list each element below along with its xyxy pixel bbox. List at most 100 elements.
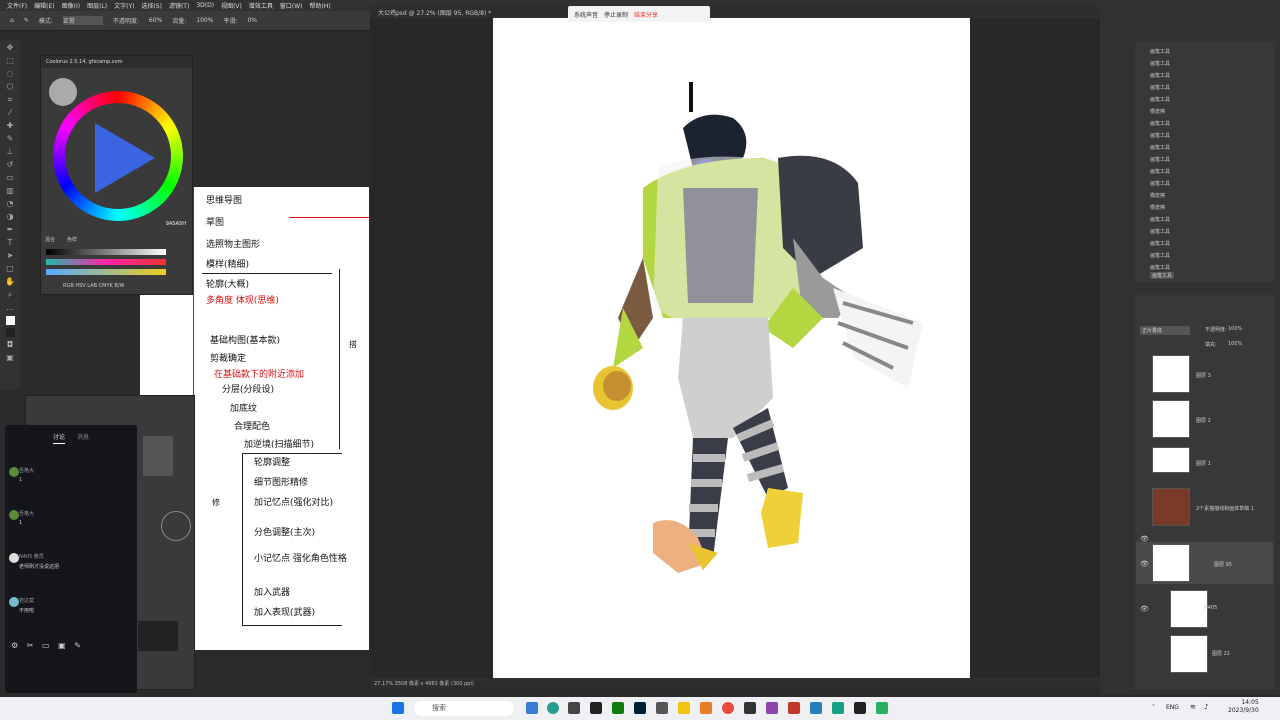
volume-icon[interactable]: ♪ <box>1204 703 1208 711</box>
select-tool-icon[interactable]: ⬡ <box>5 82 15 92</box>
app-icon[interactable] <box>656 702 668 714</box>
layer-thumbnail[interactable] <box>1170 635 1208 673</box>
hand-tool-icon[interactable]: ✋ <box>5 277 15 287</box>
path-select-icon[interactable]: ➤ <box>5 251 15 261</box>
history-item[interactable]: 橡皮擦 <box>1150 192 1165 199</box>
layer-thumbnail[interactable] <box>1170 590 1208 628</box>
green-slider[interactable] <box>46 269 166 275</box>
menu-plugins[interactable]: 增效工具 <box>249 1 273 10</box>
crop-tool-icon[interactable]: ⌗ <box>5 95 15 105</box>
app-icon[interactable] <box>766 702 778 714</box>
color-mode-tabs[interactable]: RGB HSV LAB CMYK B/W <box>63 283 124 289</box>
foreground-color-swatch[interactable] <box>5 316 15 325</box>
layer-name[interactable]: 图层 21 <box>1212 650 1230 657</box>
history-item-current[interactable]: 画笔工具 <box>1150 272 1175 279</box>
shape-tool-icon[interactable]: ▢ <box>5 264 15 274</box>
zoom-tool-icon[interactable]: ⌕ <box>5 290 15 300</box>
visibility-eye-icon[interactable]: 👁 <box>1140 535 1149 543</box>
heal-tool-icon[interactable]: ✚ <box>5 121 15 131</box>
tab-swatches[interactable]: 色样 <box>67 236 77 243</box>
lasso-tool-icon[interactable]: ◌ <box>5 69 15 79</box>
brush-tool-icon[interactable]: ✎ <box>24 17 29 24</box>
history-item[interactable]: 橡皮擦 <box>1150 204 1165 211</box>
opacity-value[interactable]: 60% <box>149 17 162 24</box>
document-tab[interactable]: 大公鸡psd @ 27.2% (图层 95, RGB/8) * <box>370 5 1100 18</box>
screen-icon[interactable]: ▭ <box>42 641 50 650</box>
tab-mixer[interactable]: 混合 <box>45 236 55 243</box>
menu-file[interactable]: 文件(F) <box>7 1 27 10</box>
system-audio-toggle[interactable]: 系统声音 <box>574 10 598 19</box>
menu-window[interactable]: 窗口(W) <box>280 1 303 10</box>
menu-3d[interactable]: 3D(D) <box>196 2 214 9</box>
history-brush-icon[interactable]: ↺ <box>5 160 15 170</box>
cut-icon[interactable]: ✂ <box>27 641 34 650</box>
red-slider[interactable] <box>46 259 166 265</box>
menu-view[interactable]: 视图(V) <box>221 1 242 10</box>
app-icon[interactable] <box>832 702 844 714</box>
blur-tool-icon[interactable]: ◔ <box>5 199 15 209</box>
eraser-tool-icon[interactable]: ▭ <box>5 173 15 183</box>
quick-mask-icon[interactable]: ◘ <box>5 340 15 350</box>
layer-thumbnail[interactable] <box>1152 447 1190 473</box>
menu-image[interactable]: 图像(I) <box>62 1 80 10</box>
photos-app-icon[interactable] <box>526 702 538 714</box>
mode-select[interactable]: 正常 <box>62 16 103 25</box>
visibility-eye-icon[interactable]: 👁 <box>1140 605 1149 613</box>
xbox-app-icon[interactable] <box>612 702 624 714</box>
app-icon[interactable] <box>854 702 866 714</box>
blend-mode-select[interactable]: 正片叠底 <box>1140 326 1190 335</box>
chrome-browser-icon[interactable] <box>722 702 734 714</box>
color-triangle[interactable] <box>95 123 155 193</box>
menu-select[interactable]: 选择(S) <box>141 1 162 10</box>
stop-recording-button[interactable]: 停止录制 <box>604 10 628 19</box>
app-icon[interactable] <box>590 702 602 714</box>
eyedropper-tool-icon[interactable]: ⁄ <box>5 108 15 118</box>
menu-type[interactable]: 文字(Y) <box>114 1 134 10</box>
move-tool-icon[interactable]: ✥ <box>5 43 15 53</box>
value-slider[interactable] <box>46 249 166 255</box>
app-icon[interactable] <box>788 702 800 714</box>
smooth-value[interactable]: 0% <box>247 17 257 24</box>
wifi-icon[interactable]: ≋ <box>1190 703 1196 711</box>
pen-tool-icon[interactable]: ✒ <box>5 225 15 235</box>
layer-name[interactable]: 图层 2 <box>1196 417 1211 424</box>
history-item[interactable]: 画笔工具 <box>1150 84 1170 91</box>
settings-icon[interactable]: ⚙ <box>11 641 18 650</box>
clock[interactable]: 14:05 2023/9/30 <box>1228 699 1259 715</box>
layer-thumbnail[interactable] <box>1152 400 1190 438</box>
history-item[interactable]: 画笔工具 <box>1150 264 1170 271</box>
history-item[interactable]: 画笔工具 <box>1150 120 1170 127</box>
stamp-tool-icon[interactable]: ⊥ <box>5 147 15 157</box>
history-item[interactable]: 画笔工具 <box>1150 168 1170 175</box>
brush-angle-dial[interactable] <box>161 511 191 541</box>
layer-thumbnail[interactable] <box>1152 488 1190 526</box>
edge-browser-icon[interactable] <box>547 702 559 714</box>
language-indicator[interactable]: ENG <box>1166 704 1179 711</box>
history-item[interactable]: 画笔工具 <box>1150 156 1170 163</box>
flow-value[interactable]: 100% <box>196 17 213 24</box>
visibility-eye-icon[interactable]: 👁 <box>1140 560 1149 568</box>
layer-name[interactable]: 2个素描描线和画体草稿 1 <box>1196 505 1254 512</box>
brush-presets[interactable] <box>143 436 173 476</box>
text-tool-icon[interactable]: T <box>5 238 15 248</box>
history-item[interactable]: 画笔工具 <box>1150 240 1170 247</box>
history-item[interactable]: 橡皮擦 <box>1150 108 1165 115</box>
layer-thumbnail[interactable] <box>1152 355 1190 393</box>
menu-edit[interactable]: 编辑(E) <box>34 1 54 10</box>
app-icon[interactable] <box>876 702 888 714</box>
layer-thumbnail[interactable] <box>1152 544 1190 582</box>
layer-name[interactable]: 图层 3 <box>1196 372 1211 379</box>
menu-filter[interactable]: 滤镜(T) <box>169 1 189 10</box>
history-item[interactable]: 画笔工具 <box>1150 132 1170 139</box>
layer-opacity-value[interactable]: 100% <box>1228 326 1242 332</box>
history-item[interactable]: 画笔工具 <box>1150 96 1170 103</box>
history-item[interactable]: 画笔工具 <box>1150 228 1170 235</box>
menu-help[interactable]: 帮助(H) <box>310 1 331 10</box>
dodge-tool-icon[interactable]: ◑ <box>5 212 15 222</box>
marquee-tool-icon[interactable]: ⬚ <box>5 56 15 66</box>
history-item[interactable]: 画笔工具 <box>1150 60 1170 67</box>
app-icon[interactable] <box>568 702 580 714</box>
photoshop-app-icon[interactable] <box>634 702 646 714</box>
start-windows-icon[interactable] <box>392 702 404 714</box>
end-share-button[interactable]: 结束分享 <box>634 10 658 19</box>
